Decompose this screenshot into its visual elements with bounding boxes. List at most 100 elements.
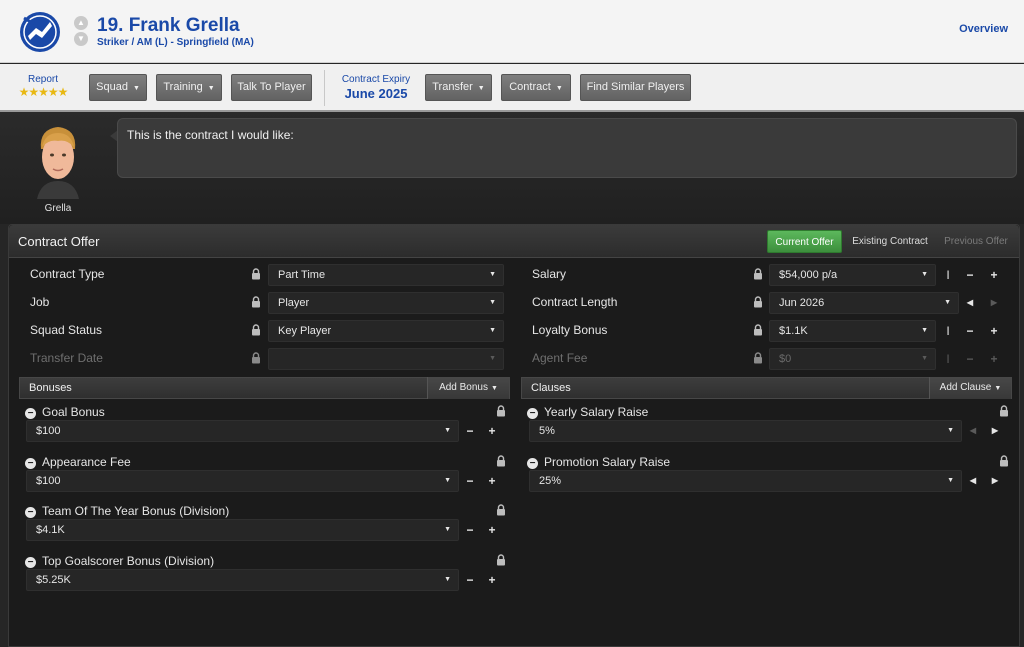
team-of-the-year-minus-button[interactable]: −	[460, 519, 480, 541]
dropdown-arrow-icon: ▼	[944, 299, 951, 306]
team-of-the-year-select[interactable]: $4.1K ▼	[26, 519, 459, 541]
previous-player-button[interactable]: ▲	[74, 16, 88, 30]
lock-icon[interactable]	[496, 405, 506, 417]
add-clause-label: Add Clause	[939, 382, 992, 393]
transfer-button[interactable]: Transfer ▼	[425, 74, 492, 101]
goal-bonus-select[interactable]: $100 ▼	[26, 420, 459, 442]
contract-expiry-value: June 2025	[344, 86, 408, 101]
collapse-icon[interactable]: −	[25, 557, 36, 568]
talk-to-player-button[interactable]: Talk To Player	[231, 74, 312, 101]
text-cursor-icon[interactable]: I	[938, 264, 958, 286]
dropdown-arrow-icon: ▼	[947, 427, 954, 434]
top-goalscorer-select[interactable]: $5.25K ▼	[26, 569, 459, 591]
contract-button-label: Contract	[509, 81, 551, 93]
star-icon: ★	[47, 85, 59, 99]
overview-link[interactable]: Overview	[959, 23, 1008, 35]
lock-icon[interactable]	[496, 455, 506, 467]
bonus-name: Appearance Fee	[42, 455, 131, 469]
lock-icon[interactable]	[999, 405, 1009, 417]
lock-icon[interactable]	[251, 268, 261, 280]
appearance-fee-plus-button[interactable]: +	[482, 470, 502, 492]
arrow-left-icon[interactable]: ◀	[960, 292, 980, 314]
top-goalscorer-minus-button[interactable]: −	[460, 569, 480, 591]
find-similar-players-button[interactable]: Find Similar Players	[580, 74, 691, 101]
dropdown-arrow-icon: ▼	[477, 85, 485, 92]
arrow-down-icon: ▼	[77, 34, 85, 43]
contract-type-select[interactable]: Part Time ▼	[268, 264, 504, 286]
squad-status-select[interactable]: Key Player ▼	[268, 320, 504, 342]
arrow-right-icon[interactable]: ▶	[984, 292, 1004, 314]
tab-previous-offer[interactable]: Previous Offer	[939, 230, 1013, 253]
lock-icon[interactable]	[496, 554, 506, 566]
arrow-right-icon[interactable]: ▶	[985, 470, 1005, 492]
dropdown-arrow-icon: ▼	[994, 385, 1002, 392]
collapse-icon[interactable]: −	[25, 458, 36, 469]
loyalty-minus-button[interactable]: −	[960, 320, 980, 342]
scout-report[interactable]: Report ★★★★★	[12, 74, 74, 99]
lock-icon[interactable]	[999, 455, 1009, 467]
player-avatar[interactable]	[33, 123, 83, 199]
select-value: Part Time	[278, 269, 326, 281]
collapse-icon[interactable]: −	[25, 408, 36, 419]
select-value: $100	[36, 425, 61, 437]
loyalty-plus-button[interactable]: +	[984, 320, 1004, 342]
collapse-icon[interactable]: −	[527, 408, 538, 419]
report-label: Report	[27, 74, 58, 85]
dropdown-arrow-icon: ▼	[491, 385, 498, 392]
lock-icon[interactable]	[251, 296, 261, 308]
dropdown-arrow-icon: ▼	[921, 355, 928, 362]
arrow-left-icon[interactable]: ◀	[963, 470, 983, 492]
select-value: 25%	[539, 475, 562, 487]
lock-icon[interactable]	[753, 268, 763, 280]
appearance-fee-select[interactable]: $100 ▼	[26, 470, 459, 492]
team-of-the-year-plus-button[interactable]: +	[482, 519, 502, 541]
goal-bonus-plus-button[interactable]: +	[482, 420, 502, 442]
collapse-icon[interactable]: −	[25, 507, 36, 518]
collapse-icon[interactable]: −	[527, 458, 538, 469]
transfer-date-select: ▼	[268, 348, 504, 370]
arrow-left-icon[interactable]: ◀	[963, 420, 983, 442]
lock-icon[interactable]	[753, 324, 763, 336]
yearly-salary-raise-select[interactable]: 5% ▼	[529, 420, 962, 442]
text-cursor-icon[interactable]: I	[938, 320, 958, 342]
field-salary: Salary $54,000 p/a ▼ I − +	[532, 264, 1009, 286]
salary-minus-button[interactable]: −	[960, 264, 980, 286]
appearance-fee-minus-button[interactable]: −	[460, 470, 480, 492]
tab-existing-contract[interactable]: Existing Contract	[843, 230, 937, 253]
clauses-header: Clauses Add Clause ▼	[521, 377, 1012, 399]
lock-icon[interactable]	[496, 504, 506, 516]
field-loyalty-bonus: Loyalty Bonus $1.1K ▼ I − +	[532, 320, 1009, 342]
agent-fee-select: $0 ▼	[769, 348, 936, 370]
add-clause-button[interactable]: Add Clause ▼	[929, 377, 1011, 399]
lock-icon[interactable]	[251, 324, 261, 336]
add-bonus-button[interactable]: Add Bonus ▼	[427, 377, 509, 399]
contract-expiry: Contract Expiry June 2025	[336, 74, 416, 101]
salary-plus-button[interactable]: +	[984, 264, 1004, 286]
tab-current-offer[interactable]: Current Offer	[767, 230, 842, 253]
bonus-name: Goal Bonus	[42, 405, 105, 419]
next-player-button[interactable]: ▼	[74, 32, 88, 46]
job-select[interactable]: Player ▼	[268, 292, 504, 314]
goal-bonus-minus-button[interactable]: −	[460, 420, 480, 442]
select-value: Key Player	[278, 325, 332, 337]
lock-icon[interactable]	[753, 296, 763, 308]
top-goalscorer-plus-button[interactable]: +	[482, 569, 502, 591]
select-value: $100	[36, 475, 61, 487]
dropdown-arrow-icon: ▼	[444, 526, 451, 533]
salary-select[interactable]: $54,000 p/a ▼	[769, 264, 936, 286]
clause-promotion-salary-raise: − Promotion Salary Raise 25% ▼ ◀ ▶	[522, 452, 1010, 498]
arrow-right-icon[interactable]: ▶	[985, 420, 1005, 442]
club-crest-icon[interactable]	[18, 10, 62, 54]
contract-button[interactable]: Contract ▼	[501, 74, 571, 101]
player-position-club[interactable]: Striker / AM (L) - Springfield (MA)	[97, 37, 254, 48]
player-name-title: 19. Frank Grella	[97, 15, 240, 36]
contract-offer-panel: Contract Offer Current Offer Existing Co…	[8, 224, 1020, 647]
training-button[interactable]: Training ▼	[156, 74, 222, 101]
promotion-salary-raise-select[interactable]: 25% ▼	[529, 470, 962, 492]
squad-button[interactable]: Squad ▼	[89, 74, 147, 101]
select-value: Player	[278, 297, 310, 309]
loyalty-bonus-select[interactable]: $1.1K ▼	[769, 320, 936, 342]
field-label: Agent Fee	[532, 351, 588, 365]
lock-icon	[252, 352, 260, 364]
contract-length-select[interactable]: Jun 2026 ▼	[769, 292, 959, 314]
